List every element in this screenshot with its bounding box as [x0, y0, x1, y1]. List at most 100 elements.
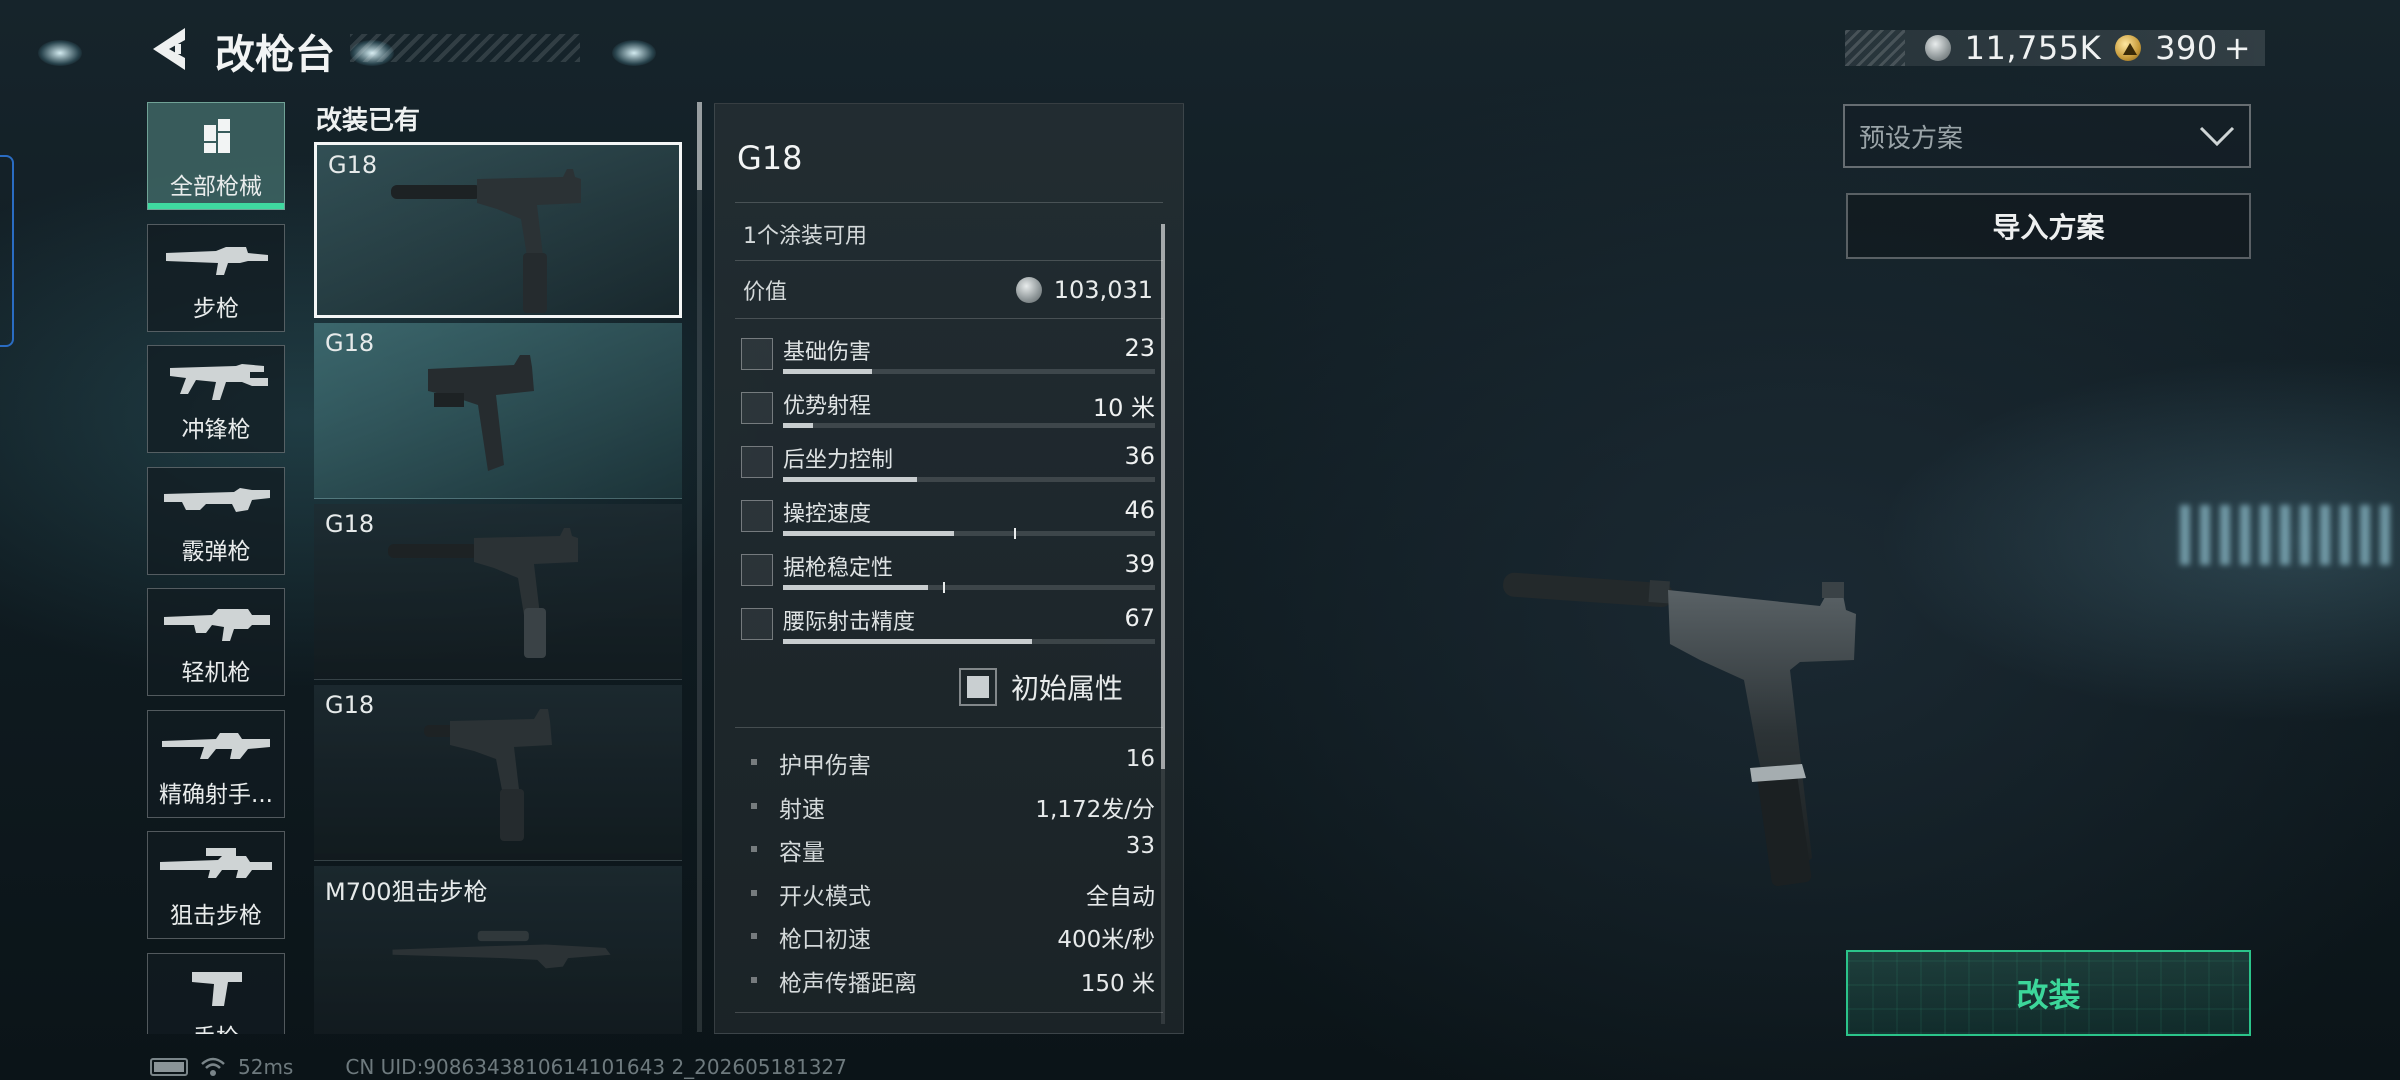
player-uid: CN UID:9086343810614101643 2_20260518132…	[345, 1055, 847, 1079]
grid-icon	[204, 119, 230, 153]
stat-value: 10 米	[1092, 394, 1155, 422]
stat-label: 优势射程	[783, 394, 872, 419]
marksman-rifle-icon	[162, 732, 270, 759]
value-row: 价值 103,031	[743, 274, 1153, 306]
stat-row: 腰际射击精度 67	[741, 602, 1155, 650]
extra-stat-value: 1,172发/分	[1035, 796, 1155, 823]
selected-weapon-name: G18	[737, 139, 803, 177]
handling-icon	[741, 500, 773, 532]
recoil-icon	[741, 446, 773, 478]
stat-value: 67	[1124, 604, 1155, 632]
stat-bar	[783, 477, 1155, 482]
extra-stat-label: 射速	[779, 796, 825, 823]
category-lmg[interactable]: 轻机枪	[147, 588, 285, 696]
category-label: 轻机枪	[181, 660, 251, 686]
gold-coin-icon	[2115, 35, 2142, 61]
m700-sniper-rifle-icon	[392, 930, 611, 969]
range-icon	[741, 392, 773, 424]
weapon-list-scrollbar[interactable]	[697, 102, 702, 1032]
currency-bar: 11,755K 390 +	[1845, 29, 2265, 67]
preset-dropdown[interactable]: 预设方案	[1843, 104, 2251, 168]
bullet-icon	[751, 802, 757, 809]
stat-row: 后坐力控制 36	[741, 440, 1155, 488]
base-value-marker	[942, 582, 945, 593]
damage-icon	[741, 338, 773, 370]
import-preset-button[interactable]: 导入方案	[1846, 193, 2251, 259]
weapon-card[interactable]: G18	[314, 685, 682, 861]
stat-value: 46	[1124, 496, 1155, 524]
stat-row: 优势射程 10 米	[741, 386, 1155, 434]
category-all-weapons[interactable]: 全部枪械	[147, 102, 285, 210]
extra-stat-value: 全自动	[1086, 883, 1155, 910]
extra-stat-value: 16	[1125, 746, 1155, 772]
smg-icon	[170, 364, 268, 400]
extra-stat-label: 护甲伤害	[779, 753, 871, 779]
lmg-icon	[164, 609, 270, 641]
battery-icon	[150, 1058, 188, 1076]
category-rifle[interactable]: 步枪	[147, 223, 285, 332]
value-label: 价值	[743, 280, 788, 305]
stat-label: 操控速度	[783, 502, 872, 527]
base-attributes-label: 初始属性	[1010, 672, 1123, 705]
category-pistol[interactable]: 手枪	[147, 952, 285, 1034]
stat-bar-fill	[783, 369, 873, 374]
page-title: 改枪台	[215, 32, 335, 78]
g18-suppressed-pistol-icon	[391, 169, 581, 313]
bullet-icon	[751, 889, 757, 896]
stat-row: 基础伤害 23	[741, 332, 1155, 380]
pistol-icon	[192, 971, 242, 1006]
back-button[interactable]	[145, 24, 195, 74]
category-label: 狙击步枪	[170, 903, 262, 929]
category-label: 步枪	[193, 295, 239, 322]
extra-stat-row: 枪声传播距离 150 米	[751, 964, 1155, 997]
wifi-icon	[201, 1057, 225, 1076]
divider	[735, 202, 1163, 203]
category-label: 霰弹枪	[181, 538, 251, 565]
ceiling-light	[38, 40, 82, 66]
stat-bar	[783, 582, 1155, 593]
g18-suppressed-pistol-icon	[388, 528, 578, 658]
status-bar: 52ms CN UID:9086343810614101643 2_202605…	[150, 1055, 847, 1079]
extra-stat-value: 33	[1125, 833, 1155, 859]
divider	[735, 1012, 1163, 1013]
category-shotgun[interactable]: 霰弹枪	[147, 466, 285, 575]
weapon-details-panel: G18 1个涂装可用 价值 103,031 基础伤害 23 优势射程 10 米 …	[714, 103, 1184, 1034]
rifle-icon	[166, 246, 268, 275]
weapon-card[interactable]: G18	[314, 142, 682, 318]
checkbox	[958, 668, 997, 706]
ping-value: 52ms	[238, 1055, 294, 1079]
weapon-name: G18	[325, 691, 375, 719]
base-value-marker	[1013, 528, 1016, 539]
modify-button[interactable]: 改装	[1846, 950, 2251, 1036]
owned-list-header: 改装已有	[316, 106, 421, 136]
category-label: 冲锋枪	[181, 417, 251, 443]
extra-stat-label: 容量	[779, 840, 825, 866]
stat-bar	[783, 639, 1155, 644]
weapon-card[interactable]: G18	[314, 323, 682, 499]
category-smg[interactable]: 冲锋枪	[147, 345, 285, 453]
stat-bar	[783, 369, 1155, 374]
details-scrollbar[interactable]	[1161, 224, 1165, 1024]
weapon-card[interactable]: G18	[314, 504, 682, 680]
g18-pistol-icon	[424, 709, 552, 841]
side-drawer-handle[interactable]	[0, 155, 14, 347]
stat-bar-fill	[783, 531, 955, 536]
stat-row: 据枪稳定性 39	[741, 548, 1155, 596]
back-arrow-icon	[153, 28, 185, 70]
stat-value: 23	[1124, 334, 1155, 362]
weapon-category-list: 全部枪械 步枪 冲锋枪 霰弹枪 轻机枪 精确射手... 狙击步枪	[147, 102, 285, 1034]
divider	[735, 727, 1163, 728]
g18-pistol-icon	[428, 355, 534, 471]
stat-bar	[783, 528, 1155, 539]
stat-value: 39	[1124, 550, 1155, 578]
silver-coin-icon	[1924, 35, 1951, 61]
title-decoration	[350, 34, 580, 62]
weapon-name: G18	[325, 510, 375, 538]
weapon-card[interactable]: M700狙击步枪	[314, 866, 682, 1034]
stability-icon	[741, 554, 773, 586]
base-attributes-toggle[interactable]: 初始属性	[958, 667, 1123, 707]
category-marksman-rifle[interactable]: 精确射手...	[147, 709, 285, 818]
bullet-icon	[751, 933, 757, 939]
category-sniper-rifle[interactable]: 狙击步枪	[147, 831, 285, 939]
add-gold-button[interactable]: +	[2224, 29, 2251, 67]
